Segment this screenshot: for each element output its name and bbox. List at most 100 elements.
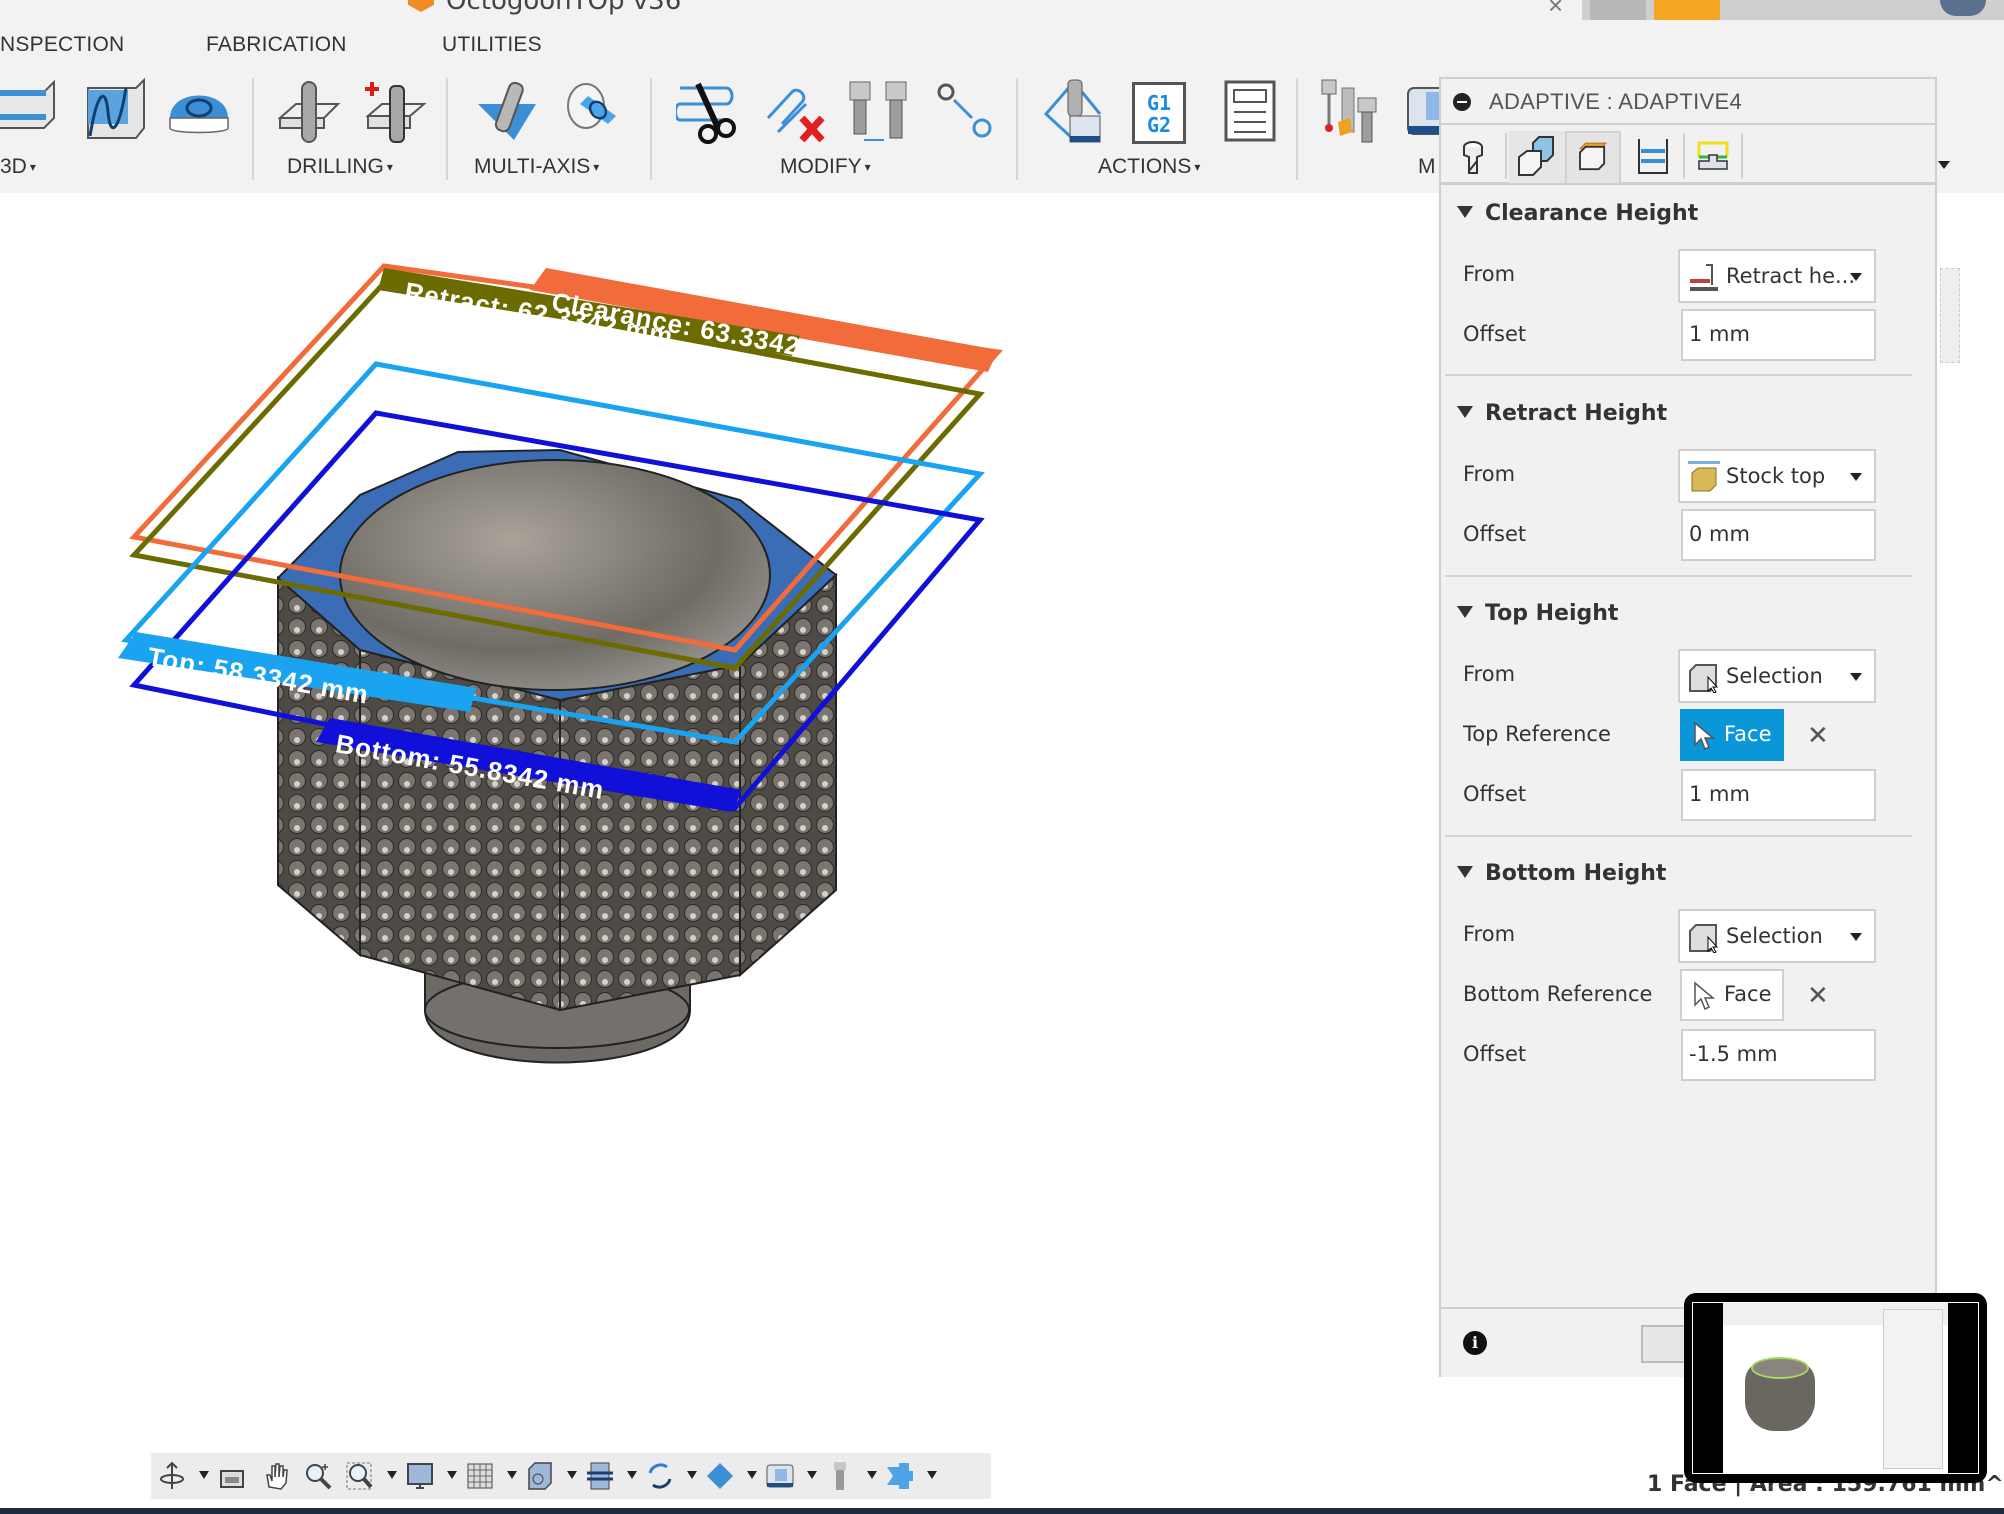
look-at-icon[interactable] bbox=[217, 1461, 247, 1491]
tab-separator bbox=[1505, 133, 1507, 179]
section-dropdown[interactable] bbox=[627, 1471, 637, 1479]
tool-dropdown[interactable] bbox=[867, 1471, 877, 1479]
dialog-tabs bbox=[1441, 129, 1935, 185]
move-wcs-icon[interactable] bbox=[932, 78, 998, 144]
stock-dropdown[interactable] bbox=[747, 1471, 757, 1479]
operation-dialog: ADAPTIVE : ADAPTIVE4 Clearance Height Fr… bbox=[1439, 77, 1937, 1377]
scallop-3d-icon[interactable] bbox=[82, 78, 148, 144]
contour-3d-icon[interactable] bbox=[0, 78, 60, 144]
delete-toolpath-icon[interactable] bbox=[762, 78, 828, 144]
retract-offset-label: Offset bbox=[1463, 522, 1527, 546]
tab-inspection[interactable]: INSPECTION bbox=[0, 33, 124, 57]
display-dropdown[interactable] bbox=[447, 1471, 457, 1479]
cursor-icon bbox=[1694, 981, 1716, 1011]
thumbnail-part-top bbox=[1751, 1357, 1809, 1379]
replace-tool-icon[interactable] bbox=[846, 78, 912, 144]
clear-bottom-reference-button[interactable]: ✕ bbox=[1807, 980, 1829, 1011]
clearance-offset-input[interactable]: 1 mm bbox=[1681, 309, 1876, 361]
simulate-icon[interactable] bbox=[1042, 78, 1108, 144]
tab-tool[interactable] bbox=[1445, 131, 1501, 183]
viewcube[interactable] bbox=[1940, 268, 1960, 363]
bottom-reference-label: Bottom Reference bbox=[1463, 982, 1653, 1006]
retract-from-select[interactable]: Stock top bbox=[1678, 449, 1876, 503]
top-offset-label: Offset bbox=[1463, 782, 1527, 806]
section-retract-height[interactable]: Retract Height bbox=[1457, 401, 1667, 426]
probe-icon[interactable] bbox=[1320, 78, 1386, 144]
multiaxis-contour-icon[interactable] bbox=[558, 78, 624, 144]
tab-utilities[interactable]: UTILITIES bbox=[442, 33, 542, 57]
retract-height-icon bbox=[1690, 264, 1718, 291]
orbit-dropdown[interactable] bbox=[199, 1471, 209, 1479]
post-process-button[interactable]: G1 G2 bbox=[1132, 82, 1186, 144]
chevron-down-icon bbox=[1850, 673, 1862, 681]
section-analysis-icon[interactable] bbox=[585, 1461, 615, 1491]
tool-display-icon[interactable] bbox=[825, 1461, 855, 1491]
tab-passes[interactable] bbox=[1625, 131, 1681, 183]
section-clearance-height[interactable]: Clearance Height bbox=[1457, 201, 1698, 226]
orbit-icon[interactable] bbox=[157, 1461, 187, 1491]
tab-heights[interactable] bbox=[1565, 131, 1621, 183]
clearance-from-select[interactable]: Retract he... bbox=[1678, 249, 1876, 303]
visual-style-dropdown[interactable] bbox=[567, 1471, 577, 1479]
top-offset-input[interactable]: 1 mm bbox=[1681, 769, 1876, 821]
bottom-reference-face-button[interactable]: Face bbox=[1680, 969, 1784, 1021]
swarf-icon[interactable] bbox=[474, 78, 540, 144]
grid-dropdown[interactable] bbox=[507, 1471, 517, 1479]
section-bottom-height[interactable]: Bottom Height bbox=[1457, 861, 1666, 886]
bottom-offset-label: Offset bbox=[1463, 1042, 1527, 1066]
group-multi-axis[interactable]: MULTI-AXIS ▾ bbox=[474, 155, 599, 179]
pan-icon[interactable] bbox=[261, 1461, 291, 1491]
group-drilling[interactable]: DRILLING ▾ bbox=[287, 155, 393, 179]
grid-icon[interactable] bbox=[465, 1461, 495, 1491]
zoom-dropdown[interactable] bbox=[387, 1471, 397, 1479]
toolbar-separator bbox=[252, 78, 254, 180]
toolpath-dropdown[interactable] bbox=[927, 1471, 937, 1479]
zoom-icon[interactable] bbox=[303, 1461, 333, 1491]
retract-offset-input[interactable]: 0 mm bbox=[1681, 509, 1876, 561]
machine-dropdown[interactable] bbox=[807, 1471, 817, 1479]
top-from-select[interactable]: Selection bbox=[1678, 649, 1876, 703]
setup-sheet-icon[interactable] bbox=[1218, 78, 1284, 144]
visual-style-icon[interactable] bbox=[525, 1461, 555, 1491]
g1-label: G1 bbox=[1146, 91, 1172, 115]
group-modify[interactable]: MODIFY ▾ bbox=[780, 155, 871, 179]
panel-overflow-arrow[interactable] bbox=[1938, 161, 1950, 169]
zoom-window-icon[interactable] bbox=[345, 1461, 375, 1491]
drill-icon[interactable] bbox=[276, 78, 342, 144]
dialog-header[interactable]: ADAPTIVE : ADAPTIVE4 bbox=[1441, 79, 1935, 125]
collapse-icon[interactable] bbox=[1453, 93, 1471, 111]
retract-from-label: From bbox=[1463, 462, 1516, 486]
close-document-button[interactable]: × bbox=[1548, 0, 1563, 21]
toolpath-display-icon[interactable] bbox=[885, 1461, 915, 1491]
info-icon[interactable]: i bbox=[1463, 1331, 1487, 1355]
group-3d[interactable]: 3D ▾ bbox=[0, 155, 36, 179]
tab-fabrication[interactable]: FABRICATION bbox=[206, 33, 347, 57]
rotate-icon[interactable] bbox=[645, 1461, 675, 1491]
clearance-offset-label: Offset bbox=[1463, 322, 1527, 346]
title-bar: OctogoonTOp v36 × bbox=[0, 0, 2004, 24]
expand-triangle-icon bbox=[1457, 606, 1473, 618]
bottom-offset-input[interactable]: -1.5 mm bbox=[1681, 1029, 1876, 1081]
avatar[interactable] bbox=[1940, 0, 1986, 16]
thumbnail-frame bbox=[1692, 1302, 1979, 1474]
stock-display-icon[interactable] bbox=[705, 1461, 735, 1491]
trim-icon[interactable] bbox=[676, 78, 742, 144]
machine-display-icon[interactable] bbox=[765, 1461, 795, 1491]
tab-geometry[interactable] bbox=[1509, 131, 1565, 183]
toolbar-separator bbox=[1016, 78, 1018, 180]
expand-triangle-icon bbox=[1457, 406, 1473, 418]
section-top-height[interactable]: Top Height bbox=[1457, 601, 1618, 626]
radial-3d-icon[interactable] bbox=[166, 78, 232, 144]
group-actions[interactable]: ACTIONS ▾ bbox=[1098, 155, 1200, 179]
hole-recognition-icon[interactable] bbox=[362, 78, 428, 144]
screenshot-thumbnail[interactable] bbox=[1684, 1293, 1987, 1483]
tab-linking[interactable] bbox=[1685, 131, 1741, 183]
navigation-toolbar bbox=[151, 1453, 991, 1499]
clear-top-reference-button[interactable]: ✕ bbox=[1807, 720, 1829, 751]
rotate-dropdown[interactable] bbox=[687, 1471, 697, 1479]
top-reference-face-button[interactable]: Face bbox=[1680, 709, 1784, 761]
toolbar-separator bbox=[1296, 78, 1298, 180]
display-settings-icon[interactable] bbox=[405, 1461, 435, 1491]
group-manage[interactable]: M bbox=[1418, 155, 1436, 179]
bottom-from-select[interactable]: Selection bbox=[1678, 909, 1876, 963]
